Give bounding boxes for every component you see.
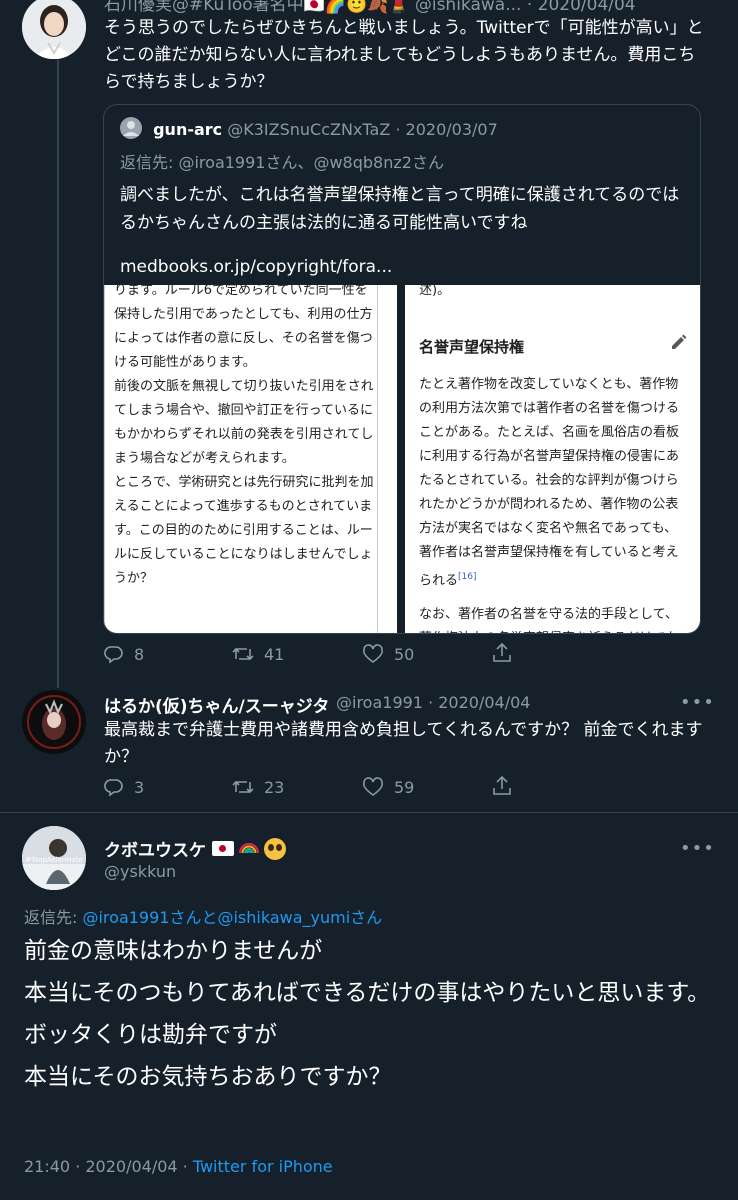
main-more-button[interactable]: ••• [680, 838, 715, 859]
main-text-line: 前金の意味はわかりませんが [24, 938, 323, 964]
quoted-tweet-card[interactable]: gun-arc @K3IZSnuCcZNxTaZ · 2020/03/07 返信… [103, 104, 701, 634]
doc-right-text: 述)。 名誉声望保持権 たとえ著作物を改変していなくとも、著作物の利用方法次第で… [419, 285, 689, 633]
avatar-kubo[interactable]: #StopAsianHate [22, 826, 86, 890]
main-author-handle[interactable]: @yskkun [104, 862, 176, 881]
reply-button[interactable]: 8 [104, 644, 144, 664]
doc-right-para: たとえ著作物を改変していなくとも、著作物の利用方法次第では著作者の名誉を傷つける… [419, 373, 689, 593]
reply-count: 3 [134, 777, 145, 797]
heart-icon [363, 777, 383, 796]
rainbow-icon [238, 838, 260, 859]
image-separator [397, 285, 405, 633]
quoted-link[interactable]: medbooks.or.jp/copyright/fora... [120, 257, 392, 277]
retweet-button[interactable]: 41 [232, 644, 284, 664]
main-source[interactable]: Twitter for iPhone [193, 1157, 333, 1176]
retweet-icon [232, 647, 254, 661]
like-button[interactable]: 59 [362, 777, 414, 797]
reply-to-link[interactable]: @iroa1991さんと@ishikawa_yumiさん [82, 908, 382, 927]
reply-icon [104, 779, 123, 797]
tweet2-handle-date[interactable]: @iroa1991 · 2020/04/04 [336, 693, 530, 712]
quoted-handle-date: @K3IZSnuCcZNxTaZ · 2020/03/07 [227, 120, 498, 139]
heart-icon [363, 644, 383, 663]
doc-right-fragment: 述)。 [419, 285, 451, 298]
avatar-haruka[interactable] [22, 690, 86, 754]
main-author-name-text: クボユウスケ [104, 841, 206, 861]
doc-right-para1: たとえ著作物を改変していなくとも、著作物の利用方法次第では著作者の名誉を傷つける… [419, 377, 680, 589]
reply-count: 8 [134, 644, 145, 664]
main-timestamp[interactable]: 21:40 · 2020/04/04 · [24, 1157, 193, 1176]
main-text-line: 本当にそのつもりてあればできるだけの事はやりたいと思います。 [24, 980, 711, 1006]
reply-to-prefix: 返信先: [24, 908, 83, 927]
share-button[interactable] [492, 642, 522, 664]
avatar-portrait-icon [22, 0, 86, 59]
quoted-text: 調べましたが、これは名誉声望保持権と言って明確に保護されてるのではるかちゃんさん… [120, 185, 680, 233]
japan-flag-icon [212, 841, 234, 856]
retweet-button[interactable]: 23 [232, 777, 284, 797]
reply-button[interactable]: 3 [104, 777, 144, 797]
quoted-tweet-header: gun-arc @K3IZSnuCcZNxTaZ · 2020/03/07 [120, 117, 498, 143]
main-text-line: 本当にそのお気持ちおありですか？ [24, 1064, 392, 1090]
tweet2-text: 最高裁まで弁護士費用や諸費用含め負担してくれるんですか？ 前金でくれますか？ [104, 720, 703, 767]
doc-left-para: 前後の文脈を無視して切り抜いた引用をされてしまう場合や、撤回や訂正を行っているに… [114, 379, 374, 466]
pencil-edit-icon [672, 334, 687, 349]
like-count: 50 [394, 644, 415, 664]
tweet-divider [0, 812, 738, 813]
main-tweet-meta: 21:40 · 2020/04/04 · Twitter for iPhone [24, 1157, 333, 1176]
doc-left-para: ります。ルール6で定められていた同一性を保持した引用であったとしても、利用の仕方… [114, 285, 373, 370]
share-icon [493, 775, 511, 795]
doc-right-heading: 名誉声望保持権 [419, 338, 525, 356]
retweet-icon [232, 780, 254, 794]
tweet2-more-button[interactable]: ••• [680, 692, 715, 713]
tweet1-header[interactable]: 石川優実@#KuToo署名中🇯🇵🌈🙂🍂💄 @ishikawa... · 2020… [104, 0, 636, 15]
quoted-reply-to: 返信先: @iroa1991さん、@w8qb8nz2さん [120, 153, 444, 172]
like-button[interactable]: 50 [362, 644, 414, 664]
avatar-ishikawa[interactable] [22, 0, 86, 59]
tweet1-text: そう思うのでしたらぜひきちんと戦いましょう。Twitterで「可能性が高い」とど… [104, 18, 704, 92]
reply-icon [104, 646, 123, 664]
share-button[interactable] [492, 775, 522, 797]
doc-left-para: ところで、学術研究とは先行研究に批判を加えることによって進歩するものとされていま… [114, 475, 374, 586]
doc-left-text: ります。ルール6で定められていた同一性を保持した引用であったとしても、利用の仕方… [114, 285, 376, 591]
doc-citation: [16] [458, 572, 477, 582]
avatar-character-icon [22, 690, 86, 754]
retweet-count: 23 [264, 777, 285, 797]
retweet-count: 41 [264, 644, 285, 664]
avatar-overlay-text: #StopAsianHate [25, 856, 83, 864]
main-reply-to: 返信先: @iroa1991さんと@ishikawa_yumiさん [24, 904, 382, 928]
quoted-avatar-icon [120, 117, 142, 143]
main-author-name[interactable]: クボユウスケ [104, 836, 286, 861]
quoted-image-right[interactable]: 述)。 名誉声望保持権 たとえ著作物を改変していなくとも、著作物の利用方法次第で… [405, 285, 700, 633]
like-count: 59 [394, 777, 415, 797]
thread-connector-line [57, 60, 59, 688]
share-icon [493, 642, 511, 662]
doc-right-para2: なお、著作者の名誉を守る法的手段として、著作権法上の名誉声望侵害を訴えるだけでな [419, 607, 679, 633]
quoted-image-left[interactable]: ります。ルール6で定められていた同一性を保持した引用であったとしても、利用の仕方… [104, 285, 397, 633]
main-text-line: ボッタくりは勘弁ですが [24, 1022, 277, 1048]
tweet2-author-name[interactable]: はるか(仮)ちゃん/スーャジタ [104, 692, 329, 717]
pleading-face-icon [264, 837, 286, 860]
main-tweet-text: 前金の意味はわかりませんが 本当にそのつもりてあればできるだけの事はやりたいと思… [24, 930, 724, 1098]
quoted-name: gun-arc [153, 120, 223, 139]
